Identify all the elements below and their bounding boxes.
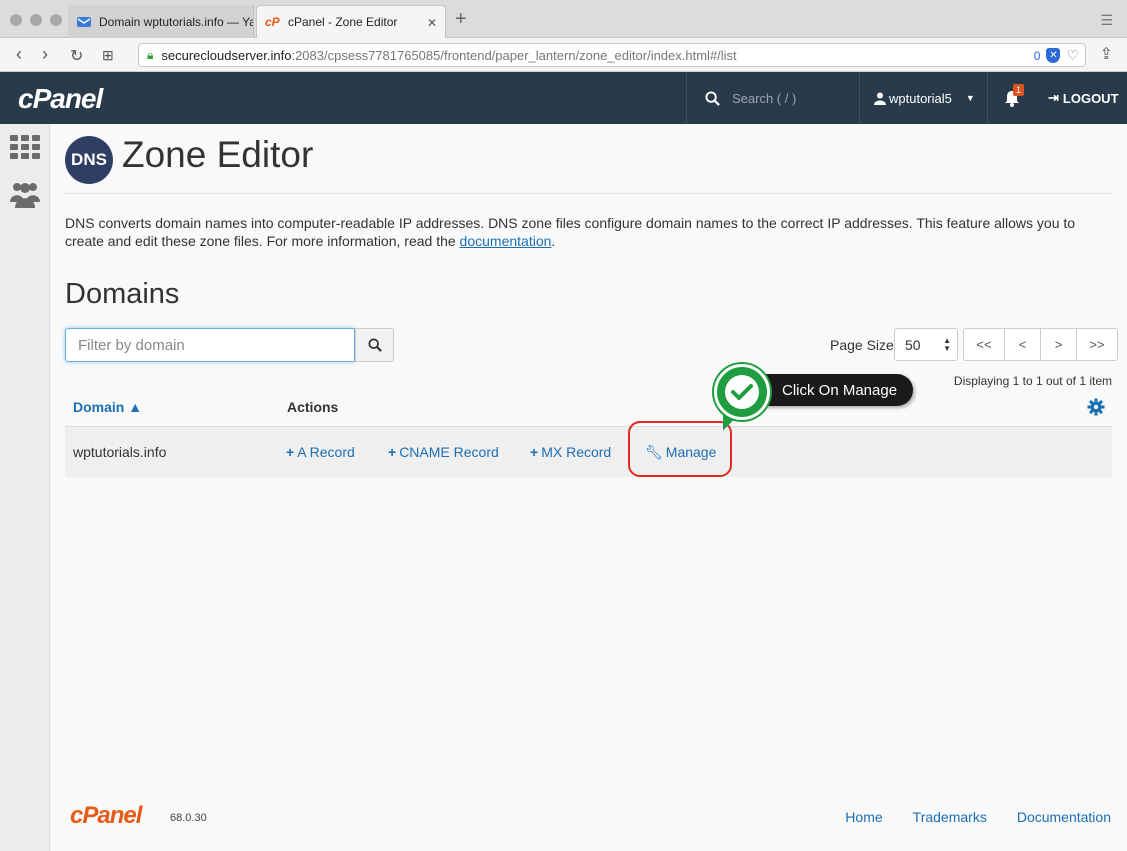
next-page-button[interactable]: > — [1040, 328, 1077, 361]
page-size-select[interactable]: 50 ▲ ▼ — [894, 328, 958, 361]
close-tab-icon[interactable]: ✕ — [427, 16, 437, 30]
footer-home-link[interactable]: Home — [845, 809, 882, 825]
displaying-count: Displaying 1 to 1 out of 1 item — [953, 374, 1112, 388]
search-icon — [367, 338, 382, 352]
footer-cpanel-logo[interactable]: cPanel — [70, 802, 142, 830]
title-divider — [65, 193, 1112, 194]
page-size-value: 50 — [905, 336, 921, 353]
back-button[interactable]: ‹ — [16, 44, 22, 65]
sort-asc-icon: ▲ — [128, 399, 143, 415]
logout-label: LOGOUT — [1062, 90, 1119, 106]
cpanel-header: cPanel Search ( / ) wptutorial5 ▼ 1 ⇥ LO… — [0, 72, 1127, 124]
mail-icon — [76, 15, 92, 29]
main-content: DNS Zone Editor DNS converts domain name… — [50, 124, 1127, 851]
cpanel-version: 68.0.30 — [170, 812, 207, 824]
first-page-button[interactable]: << — [963, 328, 1005, 361]
notification-badge: 1 — [1013, 84, 1025, 96]
column-header-domain[interactable]: Domain ▲ — [73, 399, 142, 415]
filter-domain-input[interactable] — [65, 328, 355, 362]
filter-search-button[interactable] — [355, 328, 394, 362]
url-path: :2083/cpsess7781765085/frontend/paper_la… — [291, 47, 737, 63]
tab-menu-icon[interactable]: ☰ — [1100, 12, 1113, 29]
page-description: DNS converts domain names into computer-… — [65, 214, 1115, 250]
shield-icon[interactable]: ✕ — [1046, 48, 1061, 63]
browser-tab-mail[interactable]: Domain wptutorials.info — Ya — [68, 5, 254, 38]
blocker-count: 0 — [1033, 48, 1041, 63]
cpanel-favicon-icon: cP — [265, 15, 280, 29]
search-icon — [705, 90, 720, 106]
dns-icon: DNS — [65, 136, 113, 184]
pagination: << < > >> — [963, 328, 1118, 361]
add-a-record-link[interactable]: + A Record — [286, 444, 355, 460]
cname-record-label: CNAME Record — [399, 444, 499, 460]
share-icon[interactable]: ⇪ — [1100, 44, 1113, 64]
footer-links: Home Trademarks Documentation — [845, 809, 1111, 825]
documentation-link[interactable]: documentation — [460, 233, 552, 249]
prev-page-button[interactable]: < — [1004, 328, 1041, 361]
heart-icon[interactable]: ♡ — [1066, 47, 1079, 64]
header-search[interactable]: Search ( / ) — [686, 72, 860, 124]
left-sidebar — [0, 124, 50, 851]
gear-icon[interactable] — [1087, 398, 1105, 421]
grid-view-icon[interactable]: ⊞ — [102, 47, 114, 64]
column-header-actions: Actions — [287, 399, 339, 415]
apps-grid-icon[interactable] — [9, 134, 41, 166]
description-text: DNS converts domain names into computer-… — [65, 215, 1076, 249]
page-size-label: Page Size — [830, 337, 894, 353]
username: wptutorial5 — [889, 90, 952, 106]
plus-icon: + — [388, 444, 397, 460]
description-end: . — [551, 233, 556, 249]
footer-trademarks-link[interactable]: Trademarks — [913, 809, 987, 825]
url-field[interactable]: 🔒︎ securecloudserver.info:2083/cpsess778… — [138, 43, 1086, 67]
domain-cell: wptutorials.info — [73, 444, 167, 460]
a-record-label: A Record — [297, 444, 355, 460]
address-bar-row: ‹ › ↻ ⊞ 🔒︎ securecloudserver.info:2083/c… — [0, 38, 1127, 72]
tab-title: Domain wptutorials.info — Ya — [99, 14, 254, 29]
plus-icon: + — [286, 444, 295, 460]
reload-button[interactable]: ↻ — [70, 46, 83, 66]
column-domain-label: Domain — [73, 399, 125, 415]
last-page-button[interactable]: >> — [1076, 328, 1118, 361]
user-icon — [874, 92, 886, 105]
users-icon[interactable] — [9, 178, 41, 210]
notifications-button[interactable]: 1 — [988, 72, 1036, 124]
mx-record-label: MX Record — [541, 444, 612, 460]
logout-button[interactable]: ⇥ LOGOUT — [1036, 72, 1127, 124]
maximize-window-button[interactable] — [50, 14, 62, 26]
select-arrows-icon: ▲ ▼ — [943, 336, 951, 353]
lock-icon: 🔒︎ — [147, 47, 154, 62]
user-menu[interactable]: wptutorial5 ▼ — [860, 72, 988, 124]
plus-icon: + — [530, 444, 539, 460]
minimize-window-button[interactable] — [30, 14, 42, 26]
cpanel-logo[interactable]: cPanel — [18, 83, 103, 115]
close-window-button[interactable] — [10, 14, 22, 26]
callout-label: Click On Manage — [750, 374, 913, 406]
new-tab-button[interactable]: + — [455, 8, 467, 31]
checkmark-icon — [725, 375, 759, 409]
logout-icon: ⇥ — [1048, 90, 1059, 105]
tab-title: cPanel - Zone Editor — [288, 15, 398, 29]
page-title: Zone Editor — [122, 134, 314, 175]
table-row: wptutorials.info + A Record + CNAME Record… — [65, 426, 1112, 477]
callout-badge — [714, 364, 770, 420]
browser-tab-bar: Domain wptutorials.info — Ya cP cPanel -… — [0, 0, 1127, 38]
forward-button[interactable]: › — [42, 44, 48, 65]
dns-icon-text: DNS — [71, 150, 107, 169]
caret-down-icon: ▼ — [965, 93, 975, 103]
domains-heading: Domains — [65, 278, 180, 310]
add-cname-record-link[interactable]: + CNAME Record — [388, 444, 499, 460]
add-mx-record-link[interactable]: + MX Record — [530, 444, 611, 460]
search-placeholder: Search ( / ) — [732, 90, 797, 106]
footer-documentation-link[interactable]: Documentation — [1017, 809, 1111, 825]
url-host: securecloudserver.info — [161, 47, 292, 63]
browser-tab-cpanel[interactable]: cP cPanel - Zone Editor ✕ — [256, 5, 446, 38]
manage-highlight-outline — [628, 421, 732, 477]
